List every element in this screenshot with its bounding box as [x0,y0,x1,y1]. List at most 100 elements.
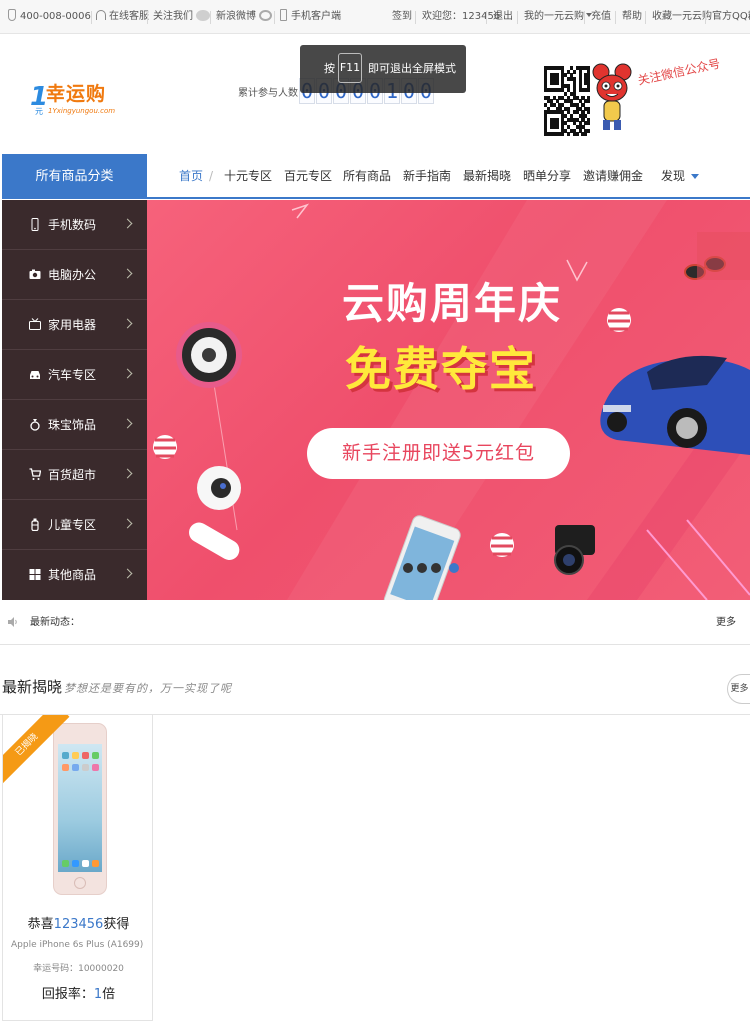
carousel-dot[interactable] [403,563,413,573]
product-name[interactable]: Apple iPhone 6s Plus (A1699) 64G... [11,940,146,950]
chevron-right-icon [122,568,133,579]
divider [147,11,148,24]
logout-link[interactable]: 退出 [493,0,513,34]
my-account-menu[interactable]: 我的一元云购 [524,0,592,34]
recharge-link[interactable]: 充值 [591,0,611,34]
sidebar-item-computers[interactable]: 电脑办公 [2,250,147,300]
divider [486,11,487,24]
sidebar-item-others[interactable]: 其他商品 [2,550,147,600]
mobile-icon [31,218,39,231]
sign-in-link[interactable]: 签到 [392,0,412,34]
bookmark-link[interactable]: 收藏一元云购 [652,0,712,34]
fullscreen-tip-pre: 按 [324,62,335,75]
register-bonus-pill[interactable]: 新手注册即送5元红包 [307,428,570,479]
divider [274,11,275,24]
follow-us-link[interactable]: 关注我们 [153,0,210,34]
nav-hundred-yuan[interactable]: 百元专区 [284,154,332,198]
lucky-number: 幸运号码：10000020 [33,964,124,974]
weibo-icon [259,10,272,21]
cart-icon [29,468,41,480]
nav-discover-label: 发现 [661,169,686,183]
wechat-icon[interactable] [196,10,210,21]
dslr-camera-icon [554,525,595,575]
chevron-right-icon [122,418,133,429]
phone-icon [8,9,16,21]
logo-yuan: 元 [35,107,43,116]
baby-bottle-icon [31,518,39,531]
nav-share[interactable]: 晒单分享 [523,154,571,198]
sidebar-item-supermarket[interactable]: 百货超市 [2,450,147,500]
banner-title: 云购周年庆 [342,279,563,328]
news-label: 最新动态： [30,617,80,628]
divider [705,11,706,24]
weibo-label: 新浪微博 [216,11,256,22]
divider [517,11,518,24]
chevron-right-icon [122,468,133,479]
promo-banner[interactable]: 云购周年庆 免费夺宝 新手注册即送5元红包 [147,200,750,600]
sidebar-item-jewelry[interactable]: 珠宝饰品 [2,400,147,450]
news-more-link[interactable]: 更多 [716,600,736,645]
hotline-number: 400-008-0006 [20,11,91,22]
category-sidebar: 手机数码 电脑办公 家用电器 汽车专区 珠宝饰品 百货超市 儿童专区 其他商品 [2,200,147,600]
top-bar: 400-008-0006 在线客服 关注我们 新浪微博 手机客户端 签到 欢迎您… [0,0,750,34]
f11-key: F11 [338,53,362,83]
site-logo[interactable]: 1 元 幸运购 1Yxingyungou.com [30,82,115,120]
tv-icon [29,318,41,330]
sidebar-item-cars[interactable]: 汽车专区 [2,350,147,400]
chevron-down-icon [691,174,700,179]
sidebar-item-label: 其他商品 [48,568,97,582]
weibo-link[interactable]: 新浪微博 [216,0,272,34]
product-image[interactable] [53,723,107,895]
sidebar-item-label: 汽车专区 [48,368,97,382]
congrats-pre: 恭喜 [27,917,54,932]
mobile-client-label: 手机客户端 [291,11,341,22]
winner-link[interactable]: 123456 [54,917,104,932]
section-title: 最新揭晓 [2,678,63,696]
sidebar-item-label: 珠宝饰品 [48,418,97,432]
section-slogan: 梦想还是要有的，万一实现了呢 [64,682,232,695]
banner-subtitle: 免费夺宝 [345,342,537,396]
ring-icon [30,419,40,431]
carousel-dot[interactable] [431,563,441,573]
chevron-right-icon [122,368,133,379]
carousel-dot-active[interactable] [449,563,459,573]
fullscreen-tip-post: 即可退出全屏模式 [368,62,456,75]
carousel-dot[interactable] [417,563,427,573]
mobile-client-link[interactable]: 手机客户端 [280,0,341,34]
sidebar-item-appliances[interactable]: 家用电器 [2,300,147,350]
fullscreen-tip: 按 F11 即可退出全屏模式 [300,45,466,93]
official-qq-link[interactable]: 官方QQ群 [712,0,750,34]
chevron-right-icon [122,518,133,529]
nav-latest-results[interactable]: 最新揭晓 [463,154,511,198]
latest-more-button[interactable]: 更多 [727,674,750,704]
sidebar-item-label: 电脑办公 [48,268,97,282]
chevron-right-icon [122,268,133,279]
nav-ten-yuan[interactable]: 十元专区 [224,154,272,198]
nav-discover[interactable]: 发现 [661,154,700,198]
divider [91,11,92,24]
camera-icon [29,269,41,279]
all-categories-button[interactable]: 所有商品分类 [2,154,147,199]
sidebar-item-label: 百货超市 [48,468,97,482]
nav-invite[interactable]: 邀请赚佣金 [583,154,643,198]
mobile-icon [280,9,287,21]
product-card[interactable]: 已揭晓 恭喜123456获得 Apple iPhone 6s Plus (A16… [2,715,153,1021]
follow-wechat-text: 关注微信公众号 [636,56,722,88]
grid-icon [29,569,41,580]
winner-line: 恭喜123456获得 [3,913,152,932]
nav-all-products[interactable]: 所有商品 [343,154,391,198]
nav-home[interactable]: 首页 [179,154,203,198]
return-ratio: 回报率：1倍 [3,983,152,1002]
divider [210,11,211,24]
nav-beginner-guide[interactable]: 新手指南 [403,154,451,198]
sidebar-item-phones[interactable]: 手机数码 [2,200,147,250]
sidebar-item-kids[interactable]: 儿童专区 [2,500,147,550]
ratio-pre: 回报率： [41,987,94,1002]
speaker-icon [8,617,17,627]
help-link[interactable]: 帮助 [622,0,642,34]
welcome-text: 欢迎您：123456 [422,11,501,22]
congrats-post: 获得 [103,917,130,932]
latest-news-bar: 最新动态： 更多 [0,600,750,645]
sidebar-item-label: 手机数码 [48,218,97,232]
online-service-link[interactable]: 在线客服 [96,0,149,34]
